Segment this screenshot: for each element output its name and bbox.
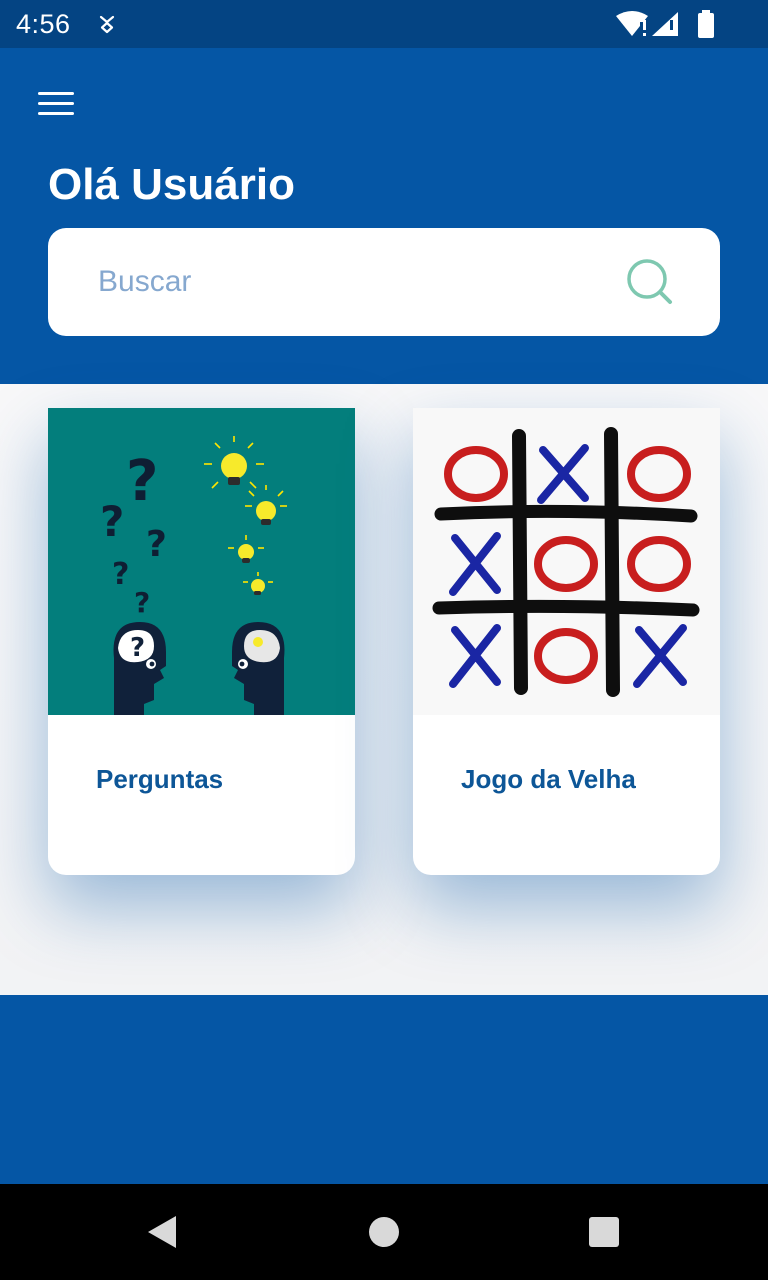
svg-text:?: ? (146, 524, 167, 565)
card-title: Perguntas (96, 764, 224, 794)
search-icon[interactable] (626, 258, 674, 306)
status-bar: 4:56 (0, 0, 768, 48)
svg-text:?: ? (134, 586, 150, 619)
svg-text:?: ? (130, 633, 145, 663)
home-icon[interactable] (364, 1212, 404, 1252)
back-icon[interactable] (142, 1212, 182, 1252)
svg-text:?: ? (112, 557, 129, 592)
recents-icon[interactable] (584, 1212, 624, 1252)
page-title: Olá Usuário (48, 160, 295, 209)
content-area: ? ? ? ? ? ? Perguntas Jogo da Velha (0, 384, 768, 995)
navigation-bar (0, 1184, 768, 1280)
card-title: Jogo da Velha (461, 764, 636, 794)
tic-tac-toe-illustration (413, 408, 720, 715)
search-bar[interactable] (48, 228, 720, 336)
questions-lightbulbs-illustration: ? ? ? ? ? ? (48, 408, 355, 715)
card-jogo-da-velha[interactable]: Jogo da Velha (413, 408, 720, 875)
bottom-area (0, 995, 768, 1184)
card-perguntas[interactable]: ? ? ? ? ? ? Perguntas (48, 408, 355, 875)
svg-text:?: ? (126, 449, 158, 514)
hamburger-menu-icon[interactable] (38, 90, 74, 118)
svg-text:?: ? (100, 497, 124, 546)
header: Olá Usuário (0, 48, 768, 384)
notification-icon (99, 15, 115, 34)
battery-icon (698, 10, 714, 38)
search-input[interactable] (96, 258, 600, 306)
status-time: 4:56 (16, 9, 71, 39)
